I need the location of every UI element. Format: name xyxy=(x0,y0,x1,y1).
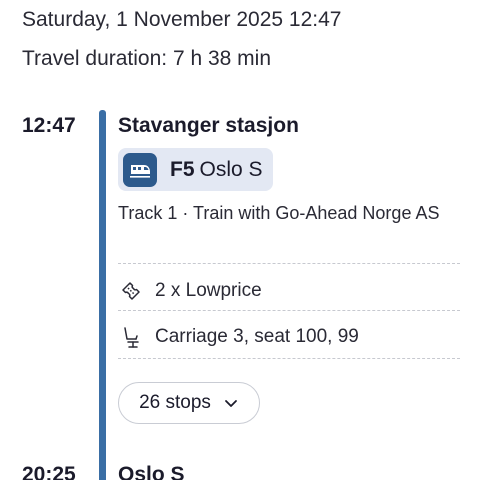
trip-details-screen: Saturday, 1 November 2025 12:47 Travel d… xyxy=(0,0,480,480)
divider xyxy=(118,310,460,311)
divider xyxy=(118,263,460,264)
stops-toggle-button[interactable]: 26 stops xyxy=(118,382,260,424)
train-line-chip[interactable]: F5 Oslo S xyxy=(118,148,273,191)
departure-time: 12:47 xyxy=(22,114,76,137)
seat-icon xyxy=(118,324,144,350)
seat-row: Carriage 3, seat 100, 99 xyxy=(118,324,359,350)
trip-date-time: Saturday, 1 November 2025 12:47 xyxy=(22,8,342,31)
timeline-bar xyxy=(99,110,106,480)
seat-text: Carriage 3, seat 100, 99 xyxy=(155,326,359,347)
train-icon xyxy=(123,152,157,187)
ticket-icon xyxy=(118,278,144,304)
line-code: F5 xyxy=(170,157,195,181)
travel-duration: Travel duration: 7 h 38 min xyxy=(22,47,272,70)
stops-label: 26 stops xyxy=(139,392,211,413)
arrival-station: Oslo S xyxy=(118,463,185,480)
track-operator-info: Track 1 · Train with Go-Ahead Norge AS xyxy=(118,203,440,223)
chevron-down-icon xyxy=(223,395,239,411)
divider xyxy=(118,358,460,359)
ticket-row: 2 x Lowprice xyxy=(118,278,262,304)
departure-station: Stavanger stasjon xyxy=(118,114,299,137)
arrival-time: 20:25 xyxy=(22,463,76,480)
train-destination: Oslo S xyxy=(199,157,263,181)
ticket-text: 2 x Lowprice xyxy=(155,280,262,301)
